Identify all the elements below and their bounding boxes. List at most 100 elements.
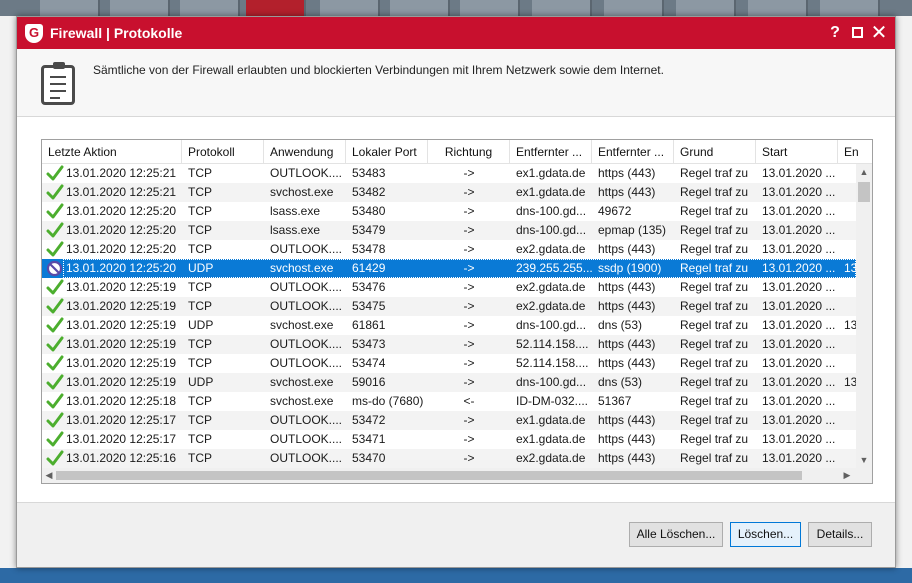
column-header[interactable]: Richtung: [428, 140, 510, 164]
cell-end: [838, 202, 856, 221]
help-button[interactable]: ?: [825, 23, 845, 43]
connection-log-table[interactable]: Letzte Aktion Protokoll Anwendung Lokaler P…: [41, 139, 873, 484]
scroll-left-icon[interactable]: ◀: [42, 468, 56, 483]
cell-protocol: TCP: [188, 204, 212, 218]
column-header[interactable]: Entfernter ...: [592, 140, 674, 164]
table-row[interactable]: 13.01.2020 12:25:20 TCP lsass.exe 53480 -> dn…: [42, 202, 856, 221]
column-header[interactable]: Entfernter ...: [510, 140, 592, 164]
title-bar[interactable]: G Firewall | Protokolle ? ✕: [17, 17, 895, 49]
scroll-corner: [856, 468, 872, 483]
cell-start: 13.01.2020 ...: [762, 337, 836, 351]
cell-remote-host: dns-100.gd...: [516, 223, 587, 237]
close-button[interactable]: ✕: [869, 23, 889, 43]
table-row[interactable]: 13.01.2020 12:25:20 UDP svchost.exe 61429 ->…: [42, 259, 856, 278]
table-row[interactable]: 13.01.2020 12:25:19 TCP OUTLOOK.... 53473 ->…: [42, 335, 856, 354]
horizontal-scrollbar[interactable]: ◀ ▶: [42, 468, 856, 483]
cell-remote-port: ssdp (1900): [598, 261, 662, 275]
cell-time: 13.01.2020 12:25:19: [66, 375, 177, 389]
cell-time: 13.01.2020 12:25:20: [66, 204, 177, 218]
content-area: Letzte Aktion Protokoll Anwendung Lokaler P…: [17, 117, 895, 503]
cell-protocol: TCP: [188, 337, 212, 351]
cell-time: 13.01.2020 12:25:20: [66, 261, 177, 275]
table-row[interactable]: 13.01.2020 12:25:19 TCP OUTLOOK.... 53475 ->…: [42, 297, 856, 316]
cell-port: 53472: [352, 413, 386, 427]
cell-end: 13: [844, 261, 856, 275]
cell-remote-port: 49672: [598, 204, 632, 218]
cell-time: 13.01.2020 12:25:19: [66, 318, 177, 332]
cell-port: 53474: [352, 356, 386, 370]
cell-end: 13: [844, 375, 856, 389]
cell-remote-port: 51367: [598, 394, 632, 408]
cell-start: 13.01.2020 ...: [762, 261, 836, 275]
cell-direction: ->: [463, 280, 475, 294]
cell-end: [838, 392, 856, 411]
cell-direction: ->: [463, 318, 475, 332]
table-row[interactable]: 13.01.2020 12:25:21 TCP OUTLOOK.... 53483 ->…: [42, 164, 856, 183]
cell-remote-port: dns (53): [598, 375, 643, 389]
table-row[interactable]: 13.01.2020 12:25:19 TCP OUTLOOK.... 53474 ->…: [42, 354, 856, 373]
cell-remote-port: https (443): [598, 166, 656, 180]
cell-remote-port: https (443): [598, 337, 656, 351]
maximize-button[interactable]: [847, 23, 867, 43]
cell-remote-host: dns-100.gd...: [516, 318, 587, 332]
column-header[interactable]: Start: [756, 140, 838, 164]
details-button[interactable]: Details...: [808, 522, 872, 547]
cell-app: OUTLOOK....: [270, 280, 343, 294]
table-row[interactable]: 13.01.2020 12:25:19 TCP OUTLOOK.... 53476 ->…: [42, 278, 856, 297]
cell-start: 13.01.2020 ...: [762, 413, 836, 427]
cell-port: 61861: [352, 318, 386, 332]
cell-reason: Regel traf zu: [680, 413, 749, 427]
cell-reason: Regel traf zu: [680, 166, 749, 180]
cell-start: 13.01.2020 ...: [762, 318, 836, 332]
column-header[interactable]: Grund: [674, 140, 756, 164]
delete-button[interactable]: Löschen...: [730, 522, 801, 547]
cell-remote-host: ex2.gdata.de: [516, 299, 586, 313]
column-header[interactable]: Protokoll: [182, 140, 264, 164]
cell-remote-host: ID-DM-032....: [516, 394, 589, 408]
cell-remote-port: https (443): [598, 242, 656, 256]
cell-start: 13.01.2020 ...: [762, 242, 836, 256]
cell-protocol: UDP: [188, 375, 214, 389]
cell-remote-host: ex1.gdata.de: [516, 432, 586, 446]
cell-remote-host: 52.114.158....: [516, 337, 589, 351]
table-row[interactable]: 13.01.2020 12:25:20 TCP OUTLOOK.... 53478 ->…: [42, 240, 856, 259]
column-header[interactable]: Lokaler Port: [346, 140, 428, 164]
scroll-right-icon[interactable]: ▶: [840, 468, 854, 483]
cell-end: [838, 411, 856, 430]
horizontal-scroll-thumb[interactable]: [56, 471, 802, 480]
cell-app: OUTLOOK....: [270, 299, 343, 313]
table-row[interactable]: 13.01.2020 12:25:19 UDP svchost.exe 59016 ->…: [42, 373, 856, 392]
table-body[interactable]: 13.01.2020 12:25:21 TCP OUTLOOK.... 53483 ->…: [42, 164, 856, 468]
cell-protocol: TCP: [188, 185, 212, 199]
column-header[interactable]: En: [838, 140, 872, 164]
cell-protocol: TCP: [188, 451, 212, 465]
vertical-scrollbar[interactable]: ▲ ▼: [856, 164, 872, 468]
delete-all-button[interactable]: Alle Löschen...: [629, 522, 723, 547]
background-tile: [110, 0, 170, 16]
cell-start: 13.01.2020 ...: [762, 356, 836, 370]
table-row[interactable]: 13.01.2020 12:25:17 TCP OUTLOOK.... 53471 ->…: [42, 430, 856, 449]
vertical-scroll-thumb[interactable]: [858, 182, 870, 202]
scroll-down-icon[interactable]: ▼: [856, 452, 872, 468]
cell-protocol: TCP: [188, 299, 212, 313]
column-header[interactable]: Letzte Aktion: [42, 140, 182, 164]
scroll-up-icon[interactable]: ▲: [856, 164, 872, 180]
cell-protocol: TCP: [188, 432, 212, 446]
cell-app: OUTLOOK....: [270, 242, 343, 256]
cell-end: [838, 278, 856, 297]
table-row[interactable]: 13.01.2020 12:25:18 TCP svchost.exe ms-do (…: [42, 392, 856, 411]
window-title: Firewall | Protokolle: [50, 25, 183, 41]
table-row[interactable]: 13.01.2020 12:25:17 TCP OUTLOOK.... 53472 ->…: [42, 411, 856, 430]
table-row[interactable]: 13.01.2020 12:25:21 TCP svchost.exe 53482 ->…: [42, 183, 856, 202]
cell-port: 53478: [352, 242, 386, 256]
table-row[interactable]: 13.01.2020 12:25:19 UDP svchost.exe 61861 ->…: [42, 316, 856, 335]
cell-time: 13.01.2020 12:25:20: [66, 223, 177, 237]
cell-remote-port: https (443): [598, 432, 656, 446]
cell-time: 13.01.2020 12:25:17: [66, 413, 177, 427]
cell-reason: Regel traf zu: [680, 185, 749, 199]
table-row[interactable]: 13.01.2020 12:25:16 TCP OUTLOOK.... 53470 ->…: [42, 449, 856, 468]
table-row[interactable]: 13.01.2020 12:25:20 TCP lsass.exe 53479 -> dn…: [42, 221, 856, 240]
cell-reason: Regel traf zu: [680, 356, 749, 370]
cell-start: 13.01.2020 ...: [762, 280, 836, 294]
column-header[interactable]: Anwendung: [264, 140, 346, 164]
